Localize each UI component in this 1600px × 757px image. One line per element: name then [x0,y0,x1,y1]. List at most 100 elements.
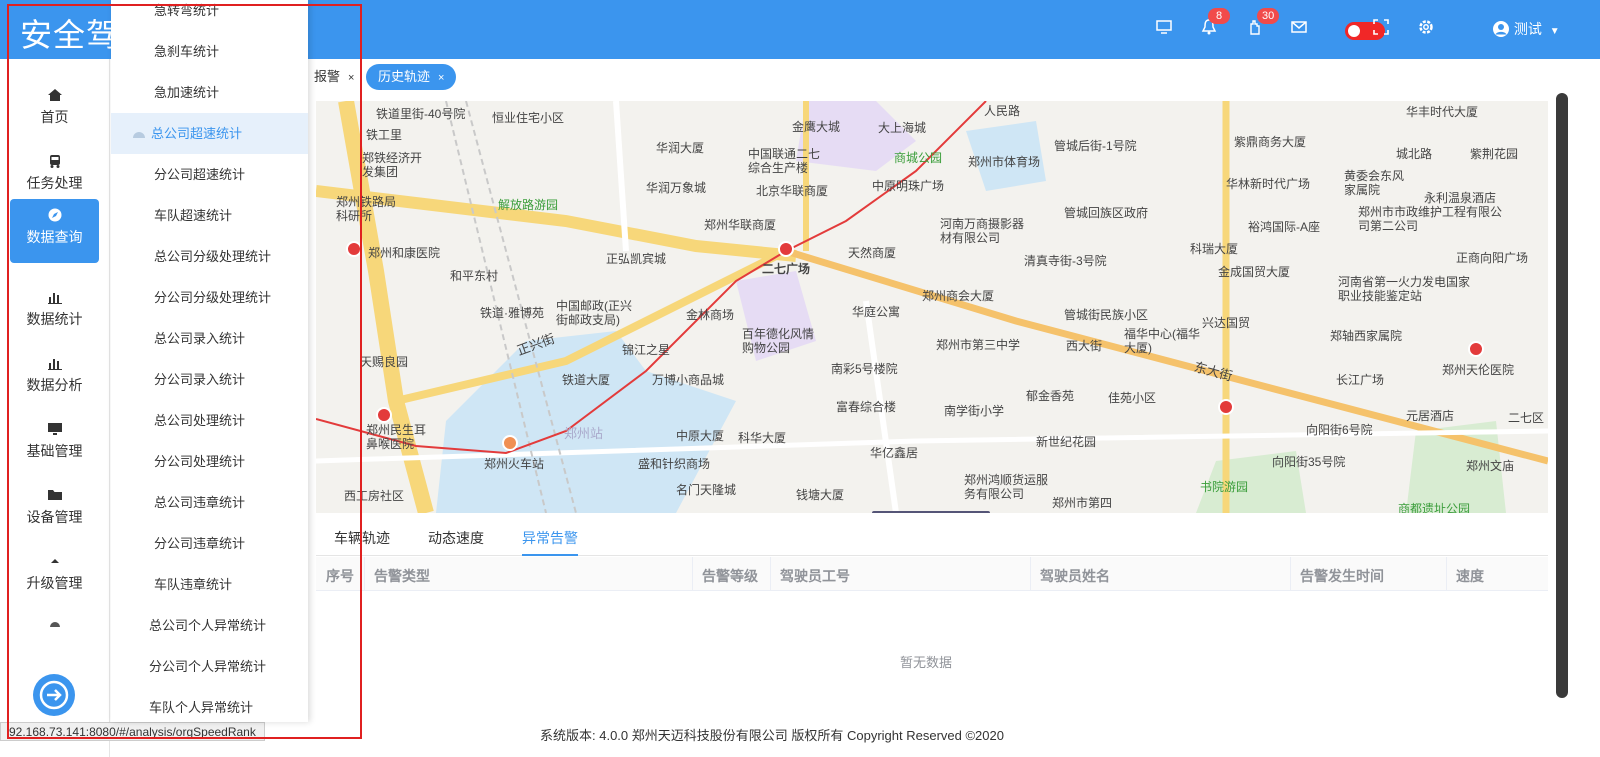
sidebar-item-label: 设备管理 [26,509,83,525]
map-label: 郑州市第三中学 [936,338,1021,352]
submenu-item[interactable]: 急刹车统计 [111,31,308,72]
map-label: 金成国贸大厦 [1218,265,1291,279]
submenu-item[interactable]: 车队超速统计 [111,195,308,236]
column-header: 告警发生时间 [1300,568,1384,584]
sidebar-item-upgrade-mgmt[interactable]: 升级管理 [10,545,99,609]
submenu-item-active[interactable]: 总公司超速统计 [111,113,308,154]
vertical-scrollbar[interactable] [1556,93,1568,698]
tab-vehicle-track[interactable]: 车辆轨迹 [334,528,390,548]
fullscreen-icon[interactable] [1372,18,1394,40]
route-marker[interactable] [778,241,794,257]
submenu-item[interactable]: 总公司违章统计 [111,482,308,523]
map-label: 中国联通二七综合生产楼 [748,147,821,175]
submenu-item[interactable]: 分公司分级处理统计 [111,277,308,318]
map-label: 和平东村 [450,269,499,283]
map-label: 盛和针织商场 [638,457,711,471]
column-header: 驾驶员姓名 [1040,568,1110,584]
bell-icon[interactable]: 8 [1200,8,1230,40]
map-label: 华亿鑫居 [870,446,919,460]
tab-abnormal-alarm[interactable]: 异常告警 [522,528,578,556]
submenu-item[interactable]: 分公司录入统计 [111,359,308,400]
map-label: 郑州鸿顺货运服务有限公司 [964,473,1049,501]
submenu-item[interactable]: 车队个人异常统计 [111,687,308,722]
map-label: 管城街民族小区 [1064,308,1149,322]
bar-chart-icon [47,359,62,370]
tab-history[interactable]: 历史轨迹 × [366,64,457,90]
map-label: 恒业住宅小区 [492,111,565,125]
map-label: 河南省第一火力发电国家职业技能鉴定站 [1338,275,1471,303]
close-icon[interactable]: × [348,72,354,84]
sidebar-item-label: 基础管理 [26,443,83,459]
sidebar-item-data-analysis[interactable]: 数据分析 [10,347,99,411]
submenu-item[interactable]: 总公司处理统计 [111,400,308,441]
map-label: 商城公园 [894,151,943,165]
submenu-item[interactable]: 急转弯统计 [111,0,308,31]
map-label: 郑州文庙 [1466,459,1515,473]
map-label: 管城后街-1号院 [1054,139,1137,153]
map-label: 锦江之星 [622,343,671,357]
mail-icon[interactable] [1290,18,1312,40]
hospital-marker[interactable] [346,241,362,257]
map-label: 百年德化风情购物公园 [742,327,815,355]
chevron-down-icon: ▼ [1549,26,1560,37]
column-divider [1290,557,1291,591]
sidebar-item-label: 升级管理 [26,575,83,591]
map-view[interactable]: 铁道里街-40号院 恒业住宅小区 金鹰大城 大上海城 人民路 华丰时代大厦 铁工… [316,101,1548,513]
user-name: 测试 [1513,21,1542,37]
map-label: 郑州华联商厦 [704,218,777,232]
column-header: 驾驶员工号 [780,568,850,584]
map-label: 大上海城 [878,121,927,135]
gear-icon[interactable] [1417,18,1439,40]
station-marker[interactable] [502,435,518,451]
submenu-item[interactable]: 分公司处理统计 [111,441,308,482]
submenu-item[interactable]: 车队违章统计 [111,564,308,605]
map-label: 华润大厦 [656,141,705,155]
tab-dynamic-speed[interactable]: 动态速度 [428,528,484,548]
hospital-marker[interactable] [376,407,392,423]
map-label: 富春综合楼 [836,400,897,414]
sidebar-item-home[interactable]: 首页 [10,79,99,143]
map-label: 金林商场 [686,308,735,322]
map-label: 二七区 [1508,411,1545,425]
sidebar-item-data-stats[interactable]: 数据统计 [10,281,99,345]
submenu-item[interactable]: 分公司违章统计 [111,523,308,564]
sidebar-item-data-query[interactable]: 数据查询 [10,199,99,263]
map-label: 郑州火车站 [484,457,545,471]
bar-chart-icon [47,293,62,304]
data-query-submenu: 急转弯统计 急刹车统计 急加速统计 总公司超速统计 分公司超速统计 车队超速统计… [111,0,308,722]
map-label: 向阳街6号院 [1306,423,1373,437]
submenu-item[interactable]: 总公司个人异常统计 [111,605,308,646]
map-label: 铁工里 [366,128,403,142]
notification-badge: 8 [1208,8,1230,24]
route-marker[interactable] [1218,399,1234,415]
submenu-item[interactable]: 总公司分级处理统计 [111,236,308,277]
map-label: 西大街 [1066,339,1103,353]
submenu-item[interactable]: 急加速统计 [111,72,308,113]
column-header: 告警等级 [702,568,758,584]
column-divider [770,557,771,591]
sidebar-item-basic-mgmt[interactable]: 基础管理 [10,413,99,477]
map-label: 西工房社区 [344,489,405,503]
sidebar-item-more[interactable] [10,607,99,627]
bus-icon [49,155,60,168]
close-icon[interactable]: × [438,72,444,84]
collapse-menu-button[interactable] [33,674,75,716]
map-label: 长江广场 [1336,373,1385,387]
map-label: 华林新时代广场 [1226,177,1311,191]
submenu-item[interactable]: 分公司个人异常统计 [111,646,308,687]
map-label: 正商向阳广场 [1456,251,1529,265]
folder-icon [47,490,62,500]
user-menu[interactable]: 测试 ▼ [1492,19,1560,39]
submenu-item[interactable]: 总公司录入统计 [111,318,308,359]
map-resize-handle[interactable] [872,511,990,513]
map-label: 中原大厦 [676,429,725,443]
map-label: 南彩5号楼院 [831,362,898,376]
tab-alarm[interactable]: 报警 × [302,64,366,90]
submenu-item[interactable]: 分公司超速统计 [111,154,308,195]
bottom-tabs: 车辆轨迹 动态速度 异常告警 [316,520,1548,556]
sidebar-item-device-mgmt[interactable]: 设备管理 [10,479,99,543]
hospital-marker[interactable] [1468,341,1484,357]
monitor-icon[interactable] [1155,18,1177,40]
hand-icon[interactable]: 30 [1245,8,1280,40]
map-label: 解放路游园 [498,198,559,212]
